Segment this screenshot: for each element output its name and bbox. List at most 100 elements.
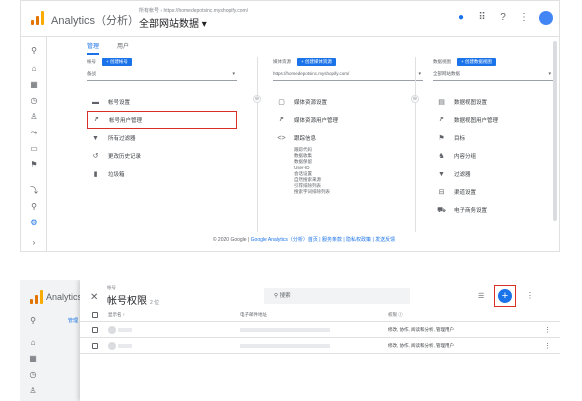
acquisition-icon[interactable]: ⤳ <box>21 125 47 141</box>
all-filters-item[interactable]: ▼ 所有过滤器 <box>87 129 237 147</box>
attribution-icon[interactable]: ⤵ <box>21 183 47 199</box>
add-user-button[interactable]: + <box>498 289 512 303</box>
redacted-email <box>240 344 330 348</box>
more-vert-icon[interactable]: ⋮ <box>544 326 551 334</box>
property-label: 媒体资源 <box>273 59 291 64</box>
change-history-item[interactable]: ↺ 更改历史记录 <box>87 147 237 165</box>
apps-icon[interactable]: ⠿ <box>476 12 488 24</box>
tab-admin[interactable]: 管理 <box>87 41 100 55</box>
admin-content: 管理 用户 帐号 + 创建帐号 备战 ▾ ▬ 帐号设置 ፆ 帐号用户管理 ▼ 所有过滤器… <box>47 37 559 251</box>
permissions-panel: ✕ 帐号 帐号权限 2 位 ⚲ 搜索 ☰ + ⋮ 显示名 ↑ 电子邮件地址 权限 … <box>80 280 560 401</box>
filter-icon[interactable]: ☰ <box>478 292 484 300</box>
chevron-down-icon: ▾ <box>418 71 421 77</box>
create-view-button[interactable]: + 创建数据视图 <box>457 58 496 66</box>
more-vert-icon[interactable]: ⋮ <box>526 291 534 300</box>
expand-icon[interactable]: › <box>21 235 47 251</box>
table-row[interactable]: 修改, 协作, 阅读和分析, 管理用户 ⋮ <box>80 323 560 338</box>
trash-item[interactable]: ▮ 垃圾箱 <box>87 165 237 183</box>
redacted-email <box>240 328 330 332</box>
conversions-icon[interactable]: ⚑ <box>21 157 47 173</box>
content-grouping-item[interactable]: ♞ 内容分组 <box>433 147 553 165</box>
admin-gear-icon[interactable]: ⚙ <box>21 215 47 231</box>
account-path[interactable]: 所有帐号 › https://homedepotsinc.myshopify.c… <box>139 7 248 14</box>
admin-screenshot: Analytics（分析） 所有帐号 › https://homedepotsi… <box>20 0 560 252</box>
chevron-down-icon: ▾ <box>548 71 551 77</box>
user-count: 2 位 <box>150 300 160 306</box>
search-icon[interactable]: ⚲ <box>21 43 47 59</box>
audience-icon[interactable]: ♙ <box>21 109 47 125</box>
property-select[interactable]: https://homedepotsinc.myshopify.com/▾ <box>273 71 423 81</box>
history-icon: ↺ <box>92 153 99 160</box>
header-email: 电子邮件地址 <box>240 312 267 317</box>
account-settings-item[interactable]: ▬ 帐号设置 <box>87 93 237 111</box>
row-checkbox[interactable] <box>92 327 98 333</box>
realtime-icon[interactable]: ◷ <box>21 93 47 109</box>
trash-icon: ▮ <box>93 171 98 178</box>
audience-icon[interactable]: ♙ <box>20 384 46 398</box>
filter-icon: ▼ <box>92 134 99 142</box>
create-account-button[interactable]: + 创建帐号 <box>102 58 132 66</box>
customization-icon[interactable]: ▦ <box>20 352 46 366</box>
avatar[interactable] <box>539 11 553 25</box>
account-selector[interactable]: 全部网站数据 ▾ <box>139 15 207 30</box>
property-user-management-item[interactable]: ፆ 媒体资源用户管理 <box>273 111 423 129</box>
panel-subtitle: 帐号 <box>107 285 116 290</box>
account-select[interactable]: 备战 ▾ <box>87 71 237 81</box>
realtime-icon[interactable]: ◷ <box>20 368 46 382</box>
permissions-screenshot: Analytics 管理 ⚲ ⌂ ▦ ◷ ♙ ✕ 帐号 帐号权限 2 位 ⚲ 搜索… <box>20 280 560 401</box>
more-vert-icon[interactable]: ⋮ <box>544 342 551 350</box>
table-header: 显示名 ↑ 电子邮件地址 权限 ⓘ <box>80 308 560 322</box>
tab-users[interactable]: 用户 <box>117 41 129 55</box>
filters-item[interactable]: ▼ 过滤器 <box>433 165 553 183</box>
people-icon: ፆ <box>279 116 284 123</box>
select-all-checkbox[interactable] <box>92 312 98 318</box>
header-name[interactable]: 显示名 ↑ <box>108 312 125 318</box>
scrollbar[interactable] <box>553 41 557 221</box>
add-user-highlight: + <box>494 285 516 307</box>
link-icon: ⊖ <box>253 95 261 103</box>
create-property-button[interactable]: + 创建媒体资源 <box>297 58 336 66</box>
analytics-logo <box>31 11 45 25</box>
close-icon[interactable]: ✕ <box>90 292 98 303</box>
account-user-management-item[interactable]: ፆ 帐号用户管理 <box>87 111 237 129</box>
view-column: 数据视图 + 创建数据视图 全部网站数据 ▾ ▤ 数据视图设置 ፆ 数据视图用户管理 … <box>433 57 553 227</box>
row-checkbox[interactable] <box>92 343 98 349</box>
flag-icon: ⚑ <box>438 135 445 142</box>
behavior-icon[interactable]: ▭ <box>21 141 47 157</box>
top-bar: Analytics（分析） 所有帐号 › https://homedepotsi… <box>21 1 559 37</box>
panel-title: 帐号权限 2 位 <box>107 296 160 307</box>
property-settings-item[interactable]: ▢ 媒体资源设置 <box>273 93 423 111</box>
home-icon[interactable]: ⌂ <box>20 336 46 350</box>
admin-tabs: 管理 用户 <box>87 41 129 55</box>
view-select[interactable]: 全部网站数据 ▾ <box>433 71 553 81</box>
tab-admin[interactable]: 管理 <box>68 317 78 324</box>
footer-links[interactable]: Google Analytics（分析）首页 | 服务条款 | 隐私权政策 | … <box>251 237 395 243</box>
view-user-management-item[interactable]: ፆ 数据视图用户管理 <box>433 111 553 129</box>
help-icon[interactable]: ? <box>497 12 509 24</box>
account-label: 帐号 <box>87 59 96 64</box>
channel-settings-item[interactable]: ⊟ 渠道设置 <box>433 183 553 201</box>
column-divider <box>257 57 258 232</box>
link-icon: ⊖ <box>411 95 419 103</box>
search-input[interactable]: ⚲ 搜索 <box>264 288 410 304</box>
tracking-subitem[interactable]: 搜索字词排除列表 <box>273 189 423 195</box>
avatar <box>108 342 116 350</box>
ecommerce-settings-item[interactable]: ⛟ 电子商务设置 <box>433 201 553 219</box>
goals-item[interactable]: ⚑ 目标 <box>433 129 553 147</box>
tracking-info-item[interactable]: <> 跟踪信息 <box>273 129 423 147</box>
view-settings-item[interactable]: ▤ 数据视图设置 <box>433 93 553 111</box>
people-icon: ፆ <box>439 116 444 123</box>
analytics-logo <box>30 290 44 304</box>
discover-icon[interactable]: ⚲ <box>21 199 47 215</box>
notifications-icon[interactable]: ● <box>455 12 467 24</box>
row-permissions: 修改, 协作, 阅读和分析, 管理用户 <box>388 327 455 332</box>
column-divider <box>415 57 416 232</box>
home-icon[interactable]: ⌂ <box>21 61 47 77</box>
more-vert-icon[interactable]: ⋮ <box>518 12 530 24</box>
people-icon: ፆ <box>94 116 99 123</box>
header-permissions: 权限 ⓘ <box>388 312 403 317</box>
search-icon[interactable]: ⚲ <box>20 314 46 328</box>
table-row[interactable]: 修改, 协作, 阅读和分析, 管理用户 ⋮ <box>80 339 560 354</box>
side-nav: ⚲ ⌂ ▦ ◷ ♙ ⤳ ▭ ⚑ ⤵ ⚲ ⚙ › <box>21 37 47 251</box>
customization-icon[interactable]: ▦ <box>21 77 47 93</box>
